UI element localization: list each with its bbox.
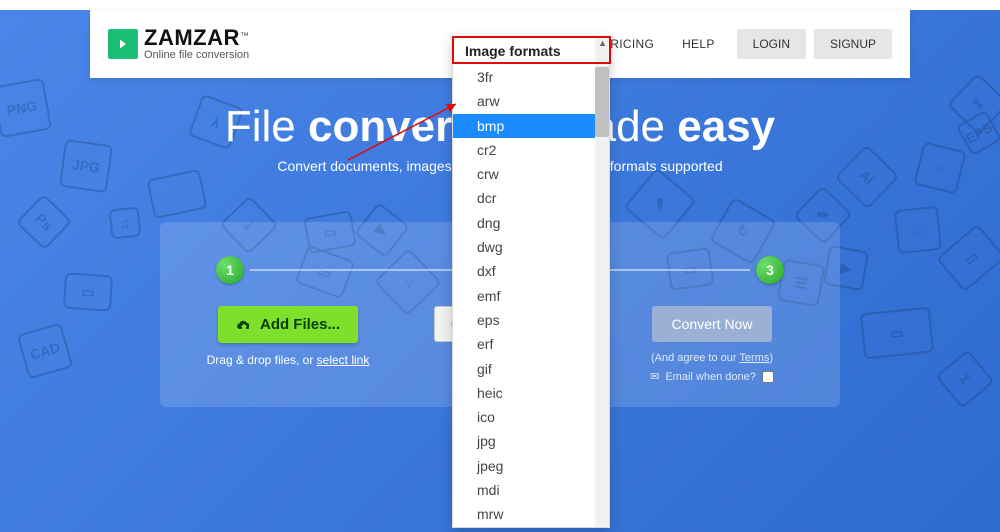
nav-link-help[interactable]: HELP bbox=[668, 37, 729, 51]
envelope-icon: ✉ bbox=[650, 370, 659, 383]
cloud-upload-icon bbox=[236, 317, 252, 333]
format-option-gif[interactable]: gif bbox=[453, 357, 609, 381]
trademark: ™ bbox=[240, 31, 249, 41]
logo-icon bbox=[108, 29, 138, 59]
format-option-mdi[interactable]: mdi bbox=[453, 478, 609, 502]
format-option-crw[interactable]: crw bbox=[453, 162, 609, 186]
brand-tagline: Online file conversion bbox=[144, 50, 249, 62]
format-option-bmp[interactable]: bmp bbox=[453, 114, 609, 138]
email-when-done-checkbox[interactable] bbox=[762, 371, 774, 383]
format-option-jpg[interactable]: jpg bbox=[453, 429, 609, 453]
format-option-ico[interactable]: ico bbox=[453, 405, 609, 429]
format-option-dwg[interactable]: dwg bbox=[453, 235, 609, 259]
format-option-eps[interactable]: eps bbox=[453, 308, 609, 332]
brand-name: ZAMZAR bbox=[144, 25, 240, 50]
format-option-dng[interactable]: dng bbox=[453, 211, 609, 235]
format-option-dxf[interactable]: dxf bbox=[453, 259, 609, 283]
format-option-erf[interactable]: erf bbox=[453, 332, 609, 356]
format-dropdown[interactable]: ▲ Image formats 3frarwbmpcr2crwdcrdngdwg… bbox=[452, 36, 610, 528]
format-option-dcr[interactable]: dcr bbox=[453, 186, 609, 210]
signup-button[interactable]: SIGNUP bbox=[814, 29, 892, 59]
add-files-label: Add Files... bbox=[260, 316, 340, 333]
step-1-badge: 1 bbox=[216, 256, 244, 284]
format-option-emf[interactable]: emf bbox=[453, 284, 609, 308]
format-option-mrw[interactable]: mrw bbox=[453, 502, 609, 526]
add-files-button[interactable]: Add Files... bbox=[218, 306, 358, 343]
step-3-badge: 3 bbox=[756, 256, 784, 284]
step-3-col: Convert Now (And agree to our Terms) ✉ E… bbox=[612, 306, 812, 383]
format-option-cr2[interactable]: cr2 bbox=[453, 138, 609, 162]
format-option-jpeg[interactable]: jpeg bbox=[453, 454, 609, 478]
login-button[interactable]: LOGIN bbox=[737, 29, 806, 59]
email-when-done-row: ✉ Email when done? bbox=[612, 370, 812, 383]
logo[interactable]: ZAMZAR™ Online file conversion bbox=[90, 26, 267, 61]
step-1-col: Add Files... Drag & drop files, or selec… bbox=[188, 306, 388, 367]
format-option-arw[interactable]: arw bbox=[453, 89, 609, 113]
convert-now-button[interactable]: Convert Now bbox=[652, 306, 773, 342]
format-option-heic[interactable]: heic bbox=[453, 381, 609, 405]
email-when-done-label: Email when done? bbox=[665, 371, 756, 383]
select-link[interactable]: select link bbox=[317, 353, 370, 367]
terms-text: (And agree to our Terms) bbox=[612, 352, 812, 364]
scrollbar-thumb[interactable] bbox=[595, 67, 609, 137]
drag-drop-hint: Drag & drop files, or select link bbox=[188, 353, 388, 367]
dropdown-scrollbar[interactable]: ▲ bbox=[595, 37, 609, 527]
format-option-3fr[interactable]: 3fr bbox=[453, 65, 609, 89]
scroll-up-icon[interactable]: ▲ bbox=[598, 38, 607, 48]
terms-link[interactable]: Terms bbox=[739, 352, 769, 364]
dropdown-header: Image formats bbox=[453, 37, 609, 65]
